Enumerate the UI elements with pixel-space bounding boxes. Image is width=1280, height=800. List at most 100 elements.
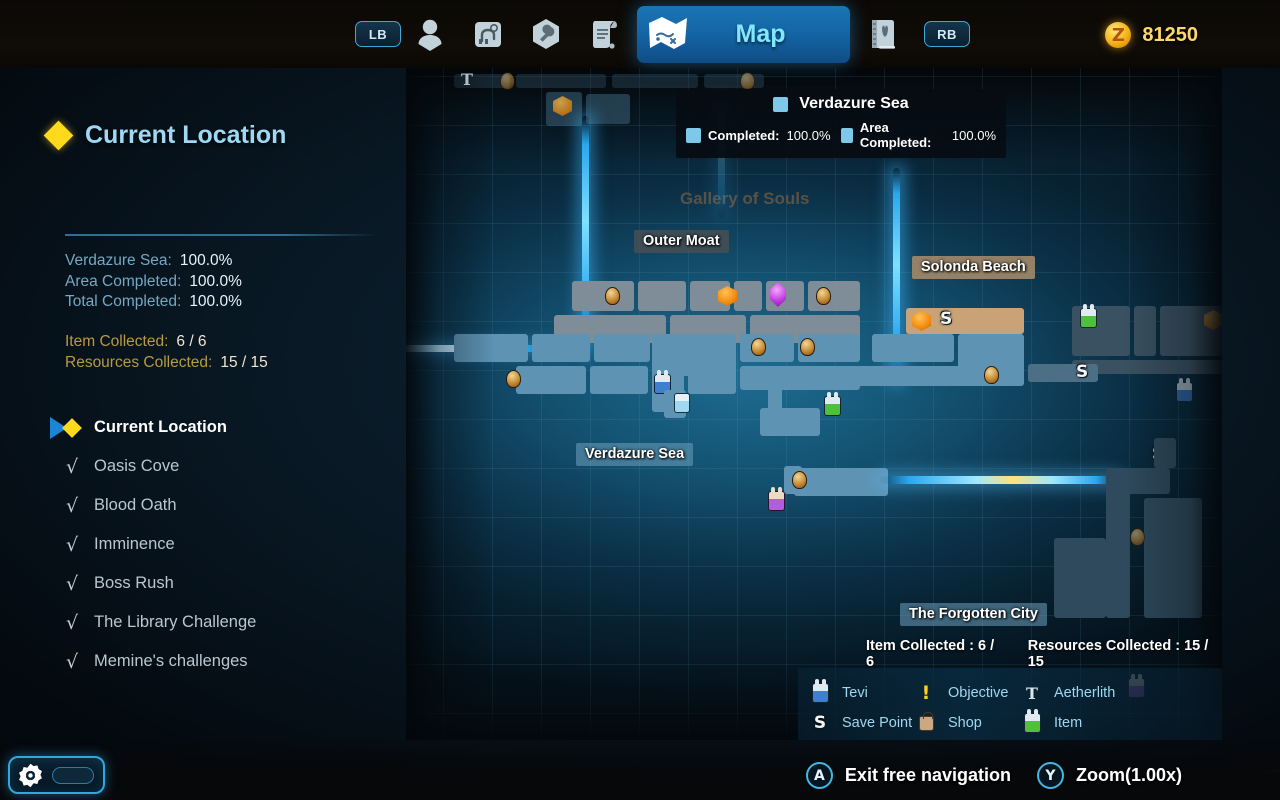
gear-icon: [19, 763, 42, 787]
room-label-gallery-of-souls: Gallery of Souls: [680, 189, 810, 208]
chest-marker: [506, 370, 521, 388]
tab-map[interactable]: Map: [637, 5, 850, 63]
shop-icon: [916, 711, 936, 731]
scroll-hook-icon: [475, 22, 501, 47]
map-room: [516, 74, 606, 88]
diamond-icon: [43, 120, 74, 151]
legend-item-objective: ! Objective: [916, 678, 1022, 708]
list-item-label: Memine's challenges: [94, 652, 248, 670]
map-icon: [649, 17, 687, 49]
aetherlith-marker: T: [461, 70, 473, 89]
hint-label: Zoom(1.00x): [1075, 765, 1182, 785]
chest-marker: [984, 366, 999, 384]
hint-label: Exit free navigation: [844, 765, 1011, 785]
legend-label: Aetherlith: [1054, 685, 1116, 701]
map-room: [1154, 438, 1176, 468]
bottom-bar: A Exit free navigation Y Zoom(1.00x): [0, 740, 1280, 800]
legend-label: Save Point: [842, 715, 913, 731]
list-item-imminence[interactable]: √ Imminence: [50, 525, 380, 564]
page-title: Current Location: [85, 121, 287, 149]
stat-row: Verdazure Sea: 100.0%: [65, 251, 242, 272]
map-room: [704, 74, 764, 88]
collection-stats: Item Collected: 6 / 6 Resources Collecte…: [65, 332, 268, 373]
stat-value: 100.0%: [179, 252, 233, 269]
map-item-count: Item Collected : 6 / 6: [866, 638, 995, 670]
chest-marker: [605, 287, 620, 305]
chest-marker: [751, 338, 766, 356]
rb-bumper-button[interactable]: RB: [924, 21, 970, 47]
collect-value: 15 / 15: [220, 353, 268, 371]
toggle-pill[interactable]: [52, 766, 94, 784]
map-beam-horizontal: [880, 476, 1120, 484]
stat-row: Area Completed: 100.0%: [65, 272, 242, 293]
room-label-outer-moat: Outer Moat: [634, 230, 729, 253]
hint-exit-free-navigation[interactable]: A Exit free navigation: [805, 762, 1011, 789]
list-item-blood-oath[interactable]: √ Blood Oath: [50, 486, 380, 525]
completed-color-swatch: [686, 127, 701, 143]
map-room: [688, 334, 736, 394]
settings-button[interactable]: [8, 756, 105, 794]
room-label-solonda-beach: Solonda Beach: [912, 256, 1035, 279]
item-marker: [824, 392, 841, 416]
left-panel: Current Location Verdazure Sea: 100.0% A…: [0, 68, 400, 728]
collect-value: 6 / 6: [176, 333, 207, 350]
area-completed-color-swatch: [840, 127, 853, 143]
check-icon: √: [65, 533, 79, 556]
stat-row: Total Completed: 100.0%: [65, 292, 242, 313]
tab-quests[interactable]: [575, 5, 633, 63]
map-room: [1106, 468, 1130, 618]
item-icon: [1022, 709, 1042, 733]
stat-key: Area Completed:: [65, 272, 182, 290]
map-viewport[interactable]: T Gallery of Souls Outer Moat Solonda Be…: [406, 68, 1222, 740]
room-label-verdazure-sea: Verdazure Sea: [576, 443, 694, 466]
map-room: [1134, 306, 1156, 356]
list-item-boss-rush[interactable]: √ Boss Rush: [50, 564, 380, 603]
map-room: [760, 408, 820, 436]
map-legend: Tevi ! Objective T Aetherlith S Save Poi…: [798, 668, 1222, 740]
legend-item-aetherlith: T Aetherlith: [1022, 678, 1210, 708]
lb-bumper-button[interactable]: LB: [355, 21, 401, 47]
chest-marker: [1130, 528, 1145, 546]
chest-marker: [816, 287, 831, 305]
list-item-memines-challenges[interactable]: √ Memine's challenges: [50, 642, 380, 681]
currency-display: Z 81250: [1105, 22, 1198, 48]
legend-item-item: Item: [1022, 708, 1210, 738]
item-marker: √: [50, 612, 94, 634]
map-room: [572, 281, 634, 311]
list-item-library-challenge[interactable]: √ The Library Challenge: [50, 603, 380, 642]
stat-key: Total Completed:: [65, 293, 182, 310]
map-room: [794, 468, 888, 496]
list-item-oasis-cove[interactable]: √ Oasis Cove: [50, 447, 380, 486]
tab-character[interactable]: [401, 5, 459, 63]
list-item-current-location[interactable]: Current Location: [50, 408, 380, 447]
tooltip-title: Verdazure Sea: [799, 95, 909, 112]
map-room: [638, 281, 686, 311]
item-marker: √: [50, 534, 94, 556]
item-marker: √: [50, 651, 94, 673]
hint-zoom[interactable]: Y Zoom(1.00x): [1036, 762, 1182, 789]
top-navigation-bar: LB Map RB Z 81250: [0, 0, 1280, 68]
legend-label: Tevi: [842, 685, 868, 701]
list-item-label: The Library Challenge: [94, 613, 257, 631]
tab-equipment[interactable]: [459, 5, 517, 63]
legend-item-shop: Shop: [916, 708, 1022, 738]
app-root: LB Map RB Z 81250 Current Location Verda…: [0, 0, 1280, 800]
map-room: [734, 281, 762, 311]
tab-upgrades[interactable]: [517, 5, 575, 63]
map-room: [586, 94, 630, 124]
tab-journal[interactable]: [854, 5, 912, 63]
collect-row: Item Collected: 6 / 6: [65, 332, 268, 353]
a-button-icon: A: [805, 762, 833, 789]
current-location-header: Current Location: [43, 120, 287, 151]
tevi-icon: [810, 679, 830, 703]
collect-key: Resources Collected:: [65, 353, 213, 371]
save-point-marker: S: [940, 309, 953, 329]
map-room: [612, 74, 698, 88]
map-room: [594, 334, 650, 362]
map-room: [590, 366, 648, 394]
chest-marker: [500, 72, 515, 90]
coin-icon: Z: [1105, 22, 1132, 48]
tooltip-area-label: Area Completed:: [859, 120, 932, 150]
list-item-label: Imminence: [94, 535, 175, 553]
chest-marker: [792, 471, 807, 489]
